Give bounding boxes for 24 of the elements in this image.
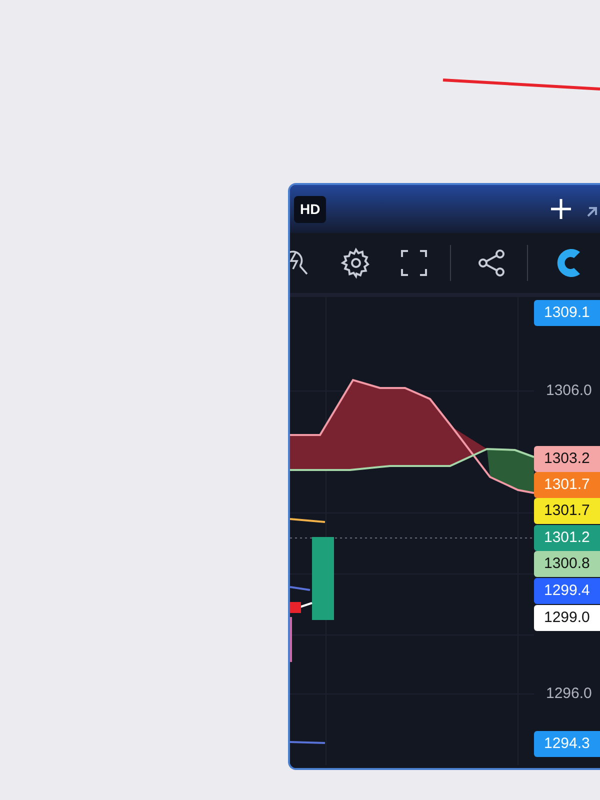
indicator-line <box>300 602 312 608</box>
price-tag: 1299.4 <box>534 578 600 604</box>
price-tag: 1301.7 <box>534 472 600 498</box>
price-tag: 1294.3 <box>534 731 600 757</box>
fullscreen-icon[interactable] <box>400 249 428 277</box>
price-tag: 1301.2 <box>534 525 600 551</box>
price-tag: 1303.2 <box>534 446 600 472</box>
plus-icon[interactable] <box>550 198 572 220</box>
hd-badge: HD <box>294 196 326 222</box>
indicator-line <box>290 586 310 591</box>
price-tag: 1309.1 <box>534 300 600 326</box>
price-tick: 1306.0 <box>545 380 593 401</box>
price-tag: 1301.7 <box>534 498 600 524</box>
share-icon[interactable] <box>477 248 507 278</box>
price-tick: 1296.0 <box>545 684 593 704</box>
search-bolt-icon[interactable] <box>290 249 310 277</box>
price-tag: 1299.0 <box>534 605 600 631</box>
indicator-line <box>290 617 292 662</box>
indicator-line <box>290 741 326 744</box>
settings-icon[interactable] <box>340 247 372 279</box>
bullish-cloud-area <box>487 449 534 493</box>
indicator-line <box>290 518 326 523</box>
marker-square <box>290 602 301 613</box>
price-tag: 1300.8 <box>534 551 600 577</box>
